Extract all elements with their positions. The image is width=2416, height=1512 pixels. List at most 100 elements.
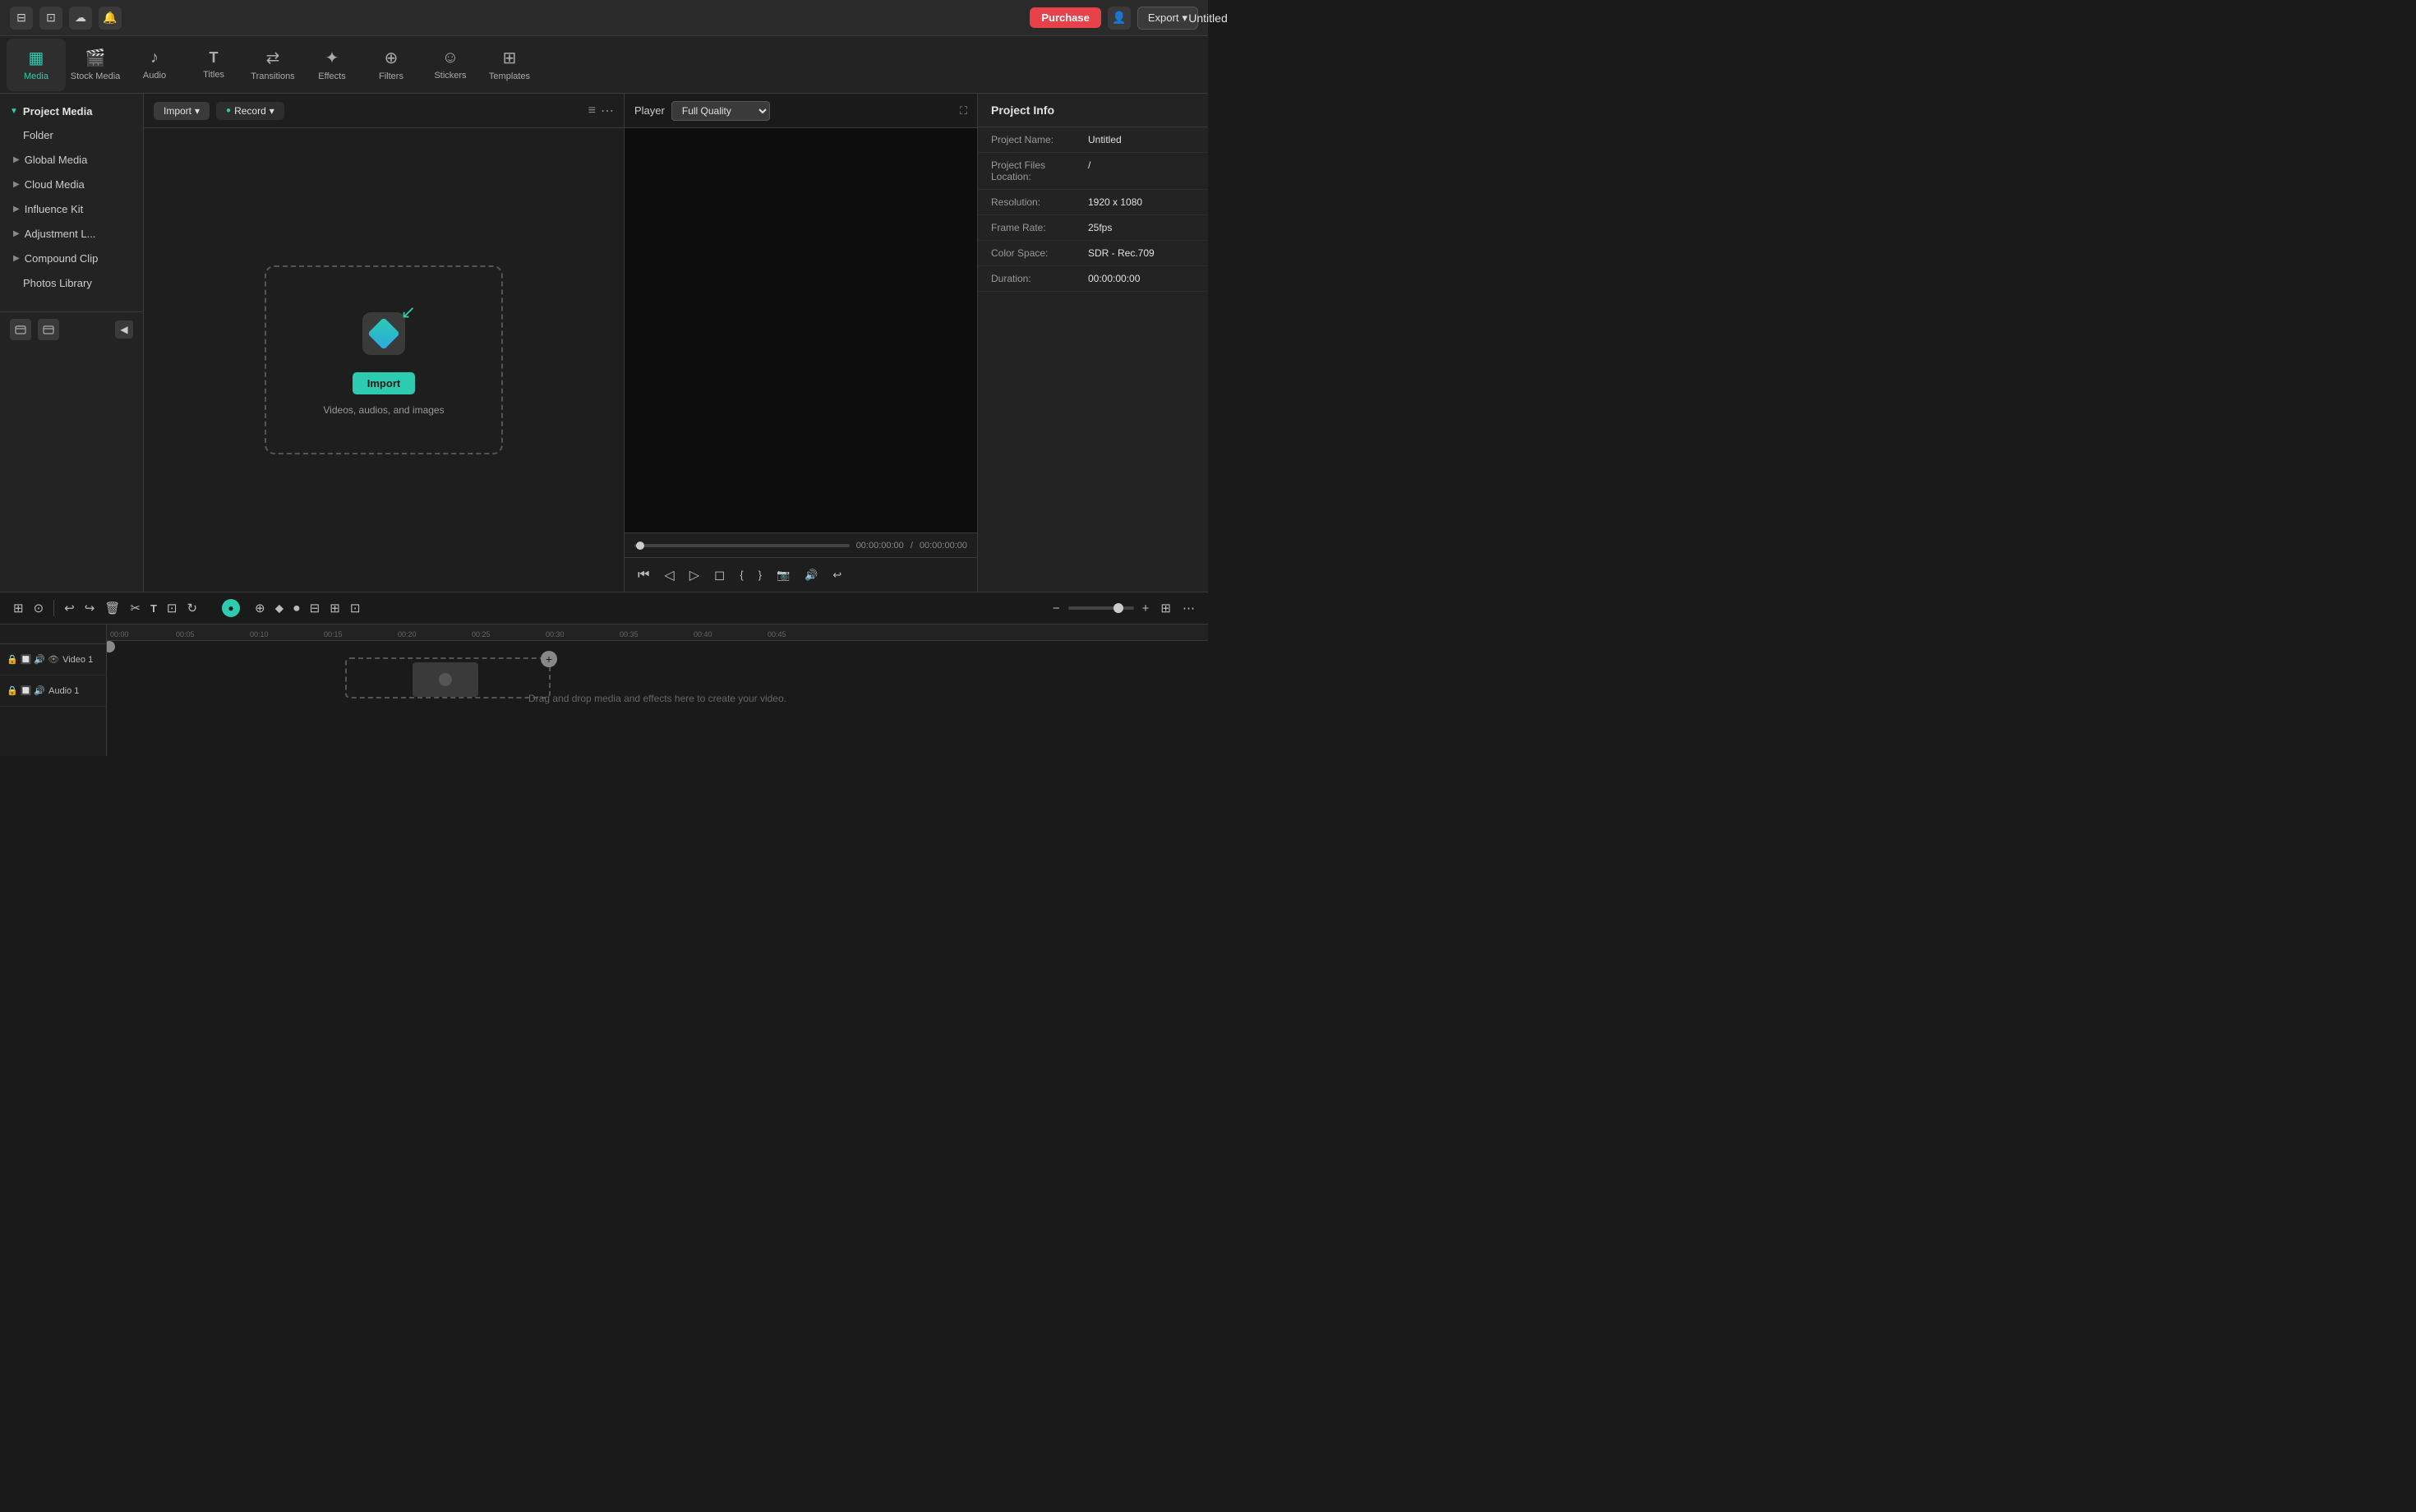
zoom-out-button[interactable]: −: [1049, 600, 1063, 617]
link-clip-button[interactable]: ⊙: [30, 599, 48, 617]
more-options-icon[interactable]: ⋯: [601, 103, 614, 119]
tab-stickers[interactable]: ☺ Stickers: [421, 39, 480, 91]
timeline: ⊞ ⊙ ↩ ↪ 🗑 ✂ T ⊡ ↻ ● ⊕ ⬥ ⏺ ⊟ ⊞ ⊡ − +: [0, 592, 1208, 756]
stabilize-button[interactable]: ⊡: [347, 599, 364, 617]
tab-filters[interactable]: ⊕ Filters: [362, 39, 421, 91]
import-button[interactable]: Import ▾: [154, 102, 210, 120]
track-mute-icon[interactable]: 🔊: [34, 654, 45, 665]
audio-track-lock-icon[interactable]: 🔒: [7, 685, 18, 696]
window-control-cloud[interactable]: ☁: [69, 7, 92, 30]
sidebar-item-influence-kit[interactable]: ▶ Influence Kit: [3, 197, 140, 221]
playhead[interactable]: [108, 641, 110, 756]
tab-templates[interactable]: ⊞ Templates: [480, 39, 539, 91]
stop-button[interactable]: ◻: [711, 565, 728, 585]
tab-audio[interactable]: ♪ Audio: [125, 39, 184, 91]
tab-titles[interactable]: T Titles: [184, 39, 243, 91]
delete-button[interactable]: 🗑: [101, 599, 123, 617]
redo-button[interactable]: ↪: [81, 599, 99, 617]
track-hide-icon[interactable]: 🔲: [21, 654, 32, 665]
top-bar: ⊟ ⊡ ☁ 🔔 Untitled Purchase 👤 Export ▾: [0, 0, 1208, 36]
mark-out-button[interactable]: }: [755, 567, 765, 583]
frame-back-button[interactable]: ◁: [661, 565, 677, 585]
filter-timeline-button[interactable]: ⊕: [251, 599, 269, 617]
zoom-slider[interactable]: [1068, 606, 1134, 610]
sidebar-item-adjustment-layer[interactable]: ▶ Adjustment L...: [3, 222, 140, 246]
undo-button[interactable]: ↩: [61, 599, 78, 617]
more-timeline-options[interactable]: ⋯: [1179, 599, 1198, 617]
project-title: Untitled: [1188, 12, 1227, 25]
tab-effects[interactable]: ✦ Effects: [302, 39, 362, 91]
project-info-panel: Project Info Project Name: Untitled Proj…: [978, 94, 1208, 592]
sidebar-footer: ◀: [0, 311, 143, 347]
crop-button[interactable]: ⊡: [164, 599, 181, 617]
grid-view-button[interactable]: ⊞: [1157, 599, 1174, 617]
audio-button[interactable]: 🔊: [801, 567, 821, 583]
drop-zone-hint: Drag and drop media and effects here to …: [528, 693, 786, 704]
snapshot-icon[interactable]: 📷: [773, 567, 793, 583]
add-clip-button[interactable]: ⊞: [10, 599, 27, 617]
sidebar-header-project-media[interactable]: ▼ Project Media: [0, 100, 143, 122]
audio-track-mute-icon[interactable]: 🔊: [34, 685, 45, 696]
zoom-thumb[interactable]: [1113, 603, 1123, 613]
scrubber-track[interactable]: [634, 544, 850, 547]
add-folder-button[interactable]: [10, 319, 31, 340]
undo-button[interactable]: ↩: [829, 567, 845, 583]
ruler-mark-4: 00:20: [398, 630, 417, 638]
ruler-mark-2: 00:10: [250, 630, 269, 638]
chevron-right-icon: ▶: [13, 229, 20, 238]
freeze-frame-button[interactable]: ⊞: [326, 599, 343, 617]
track-label-video1: 🔒 🔲 🔊 👁 Video 1: [0, 644, 106, 675]
player-scrubber: 00:00:00:00 / 00:00:00:00: [625, 532, 977, 557]
split-button[interactable]: ⊟: [307, 599, 324, 617]
record-timeline-button[interactable]: ⏺: [290, 600, 303, 617]
audio-track-hide-icon[interactable]: 🔲: [21, 685, 32, 696]
playhead-handle[interactable]: [107, 641, 115, 652]
remove-folder-button[interactable]: [38, 319, 59, 340]
chevron-down-icon: ▾: [195, 105, 200, 117]
track-icons-video1: 🔒 🔲 🔊 👁: [7, 654, 59, 665]
window-control-minimize[interactable]: ⊟: [10, 7, 33, 30]
rotate-button[interactable]: ↻: [183, 599, 201, 617]
fullscreen-icon[interactable]: ⛶: [960, 104, 967, 118]
window-control-notifications[interactable]: 🔔: [99, 7, 122, 30]
window-control-restore[interactable]: ⊡: [39, 7, 62, 30]
mark-in-button[interactable]: {: [736, 567, 746, 583]
player-toolbar: Player Full Quality Half Quality Quarter…: [625, 94, 977, 128]
record-button[interactable]: ● Record ▾: [216, 102, 284, 120]
sidebar-item-cloud-media[interactable]: ▶ Cloud Media: [3, 173, 140, 196]
sidebar-item-photos-library[interactable]: Photos Library: [3, 271, 140, 295]
timeline-track-labels: 🔒 🔲 🔊 👁 Video 1 🔒 🔲 🔊 Audio 1: [0, 625, 107, 756]
audio-icon: ♪: [150, 48, 159, 67]
filter-icon[interactable]: ≡: [588, 104, 596, 118]
sidebar-collapse-button[interactable]: ◀: [115, 320, 133, 339]
thumbnail-dot: [439, 673, 452, 686]
chevron-right-icon: ▶: [13, 180, 20, 189]
player-panel: Player Full Quality Half Quality Quarter…: [625, 94, 978, 592]
tab-stock-media[interactable]: 🎬 Stock Media: [66, 39, 125, 91]
import-drop-zone[interactable]: ↙ Import Videos, audios, and images: [265, 265, 503, 454]
tab-media[interactable]: ▦ Media: [7, 39, 66, 91]
play-button[interactable]: ▷: [686, 565, 703, 585]
text-button[interactable]: T: [147, 601, 160, 616]
ruler-mark-0: 00:00: [110, 630, 129, 638]
stock-media-icon: 🎬: [85, 48, 106, 68]
sidebar-item-compound-clip[interactable]: ▶ Compound Clip: [3, 247, 140, 270]
sidebar-item-global-media[interactable]: ▶ Global Media: [3, 148, 140, 172]
tab-transitions[interactable]: ⇄ Transitions: [243, 39, 302, 91]
marker-button[interactable]: ⬥: [272, 600, 288, 617]
import-drop-button[interactable]: Import: [353, 372, 415, 394]
scrubber-thumb[interactable]: [636, 542, 644, 550]
cut-button[interactable]: ✂: [127, 599, 144, 617]
purchase-button[interactable]: Purchase: [1030, 7, 1101, 28]
quality-select[interactable]: Full Quality Half Quality Quarter Qualit…: [671, 101, 770, 121]
media-toolbar-right: ≡ ⋯: [588, 103, 614, 119]
timeline-content[interactable]: + Drag and drop media and effects here t…: [107, 641, 1208, 756]
skip-back-button[interactable]: ⏮: [634, 566, 652, 584]
zoom-in-button[interactable]: +: [1139, 600, 1153, 617]
user-avatar[interactable]: 👤: [1108, 7, 1131, 30]
sidebar-item-folder[interactable]: Folder: [3, 123, 140, 147]
timeline-zoom-controls: − + ⊞ ⋯: [1049, 599, 1198, 617]
snap-active-button[interactable]: ●: [222, 599, 240, 617]
track-lock-icon[interactable]: 🔒: [7, 654, 18, 665]
track-solo-icon[interactable]: 👁: [48, 654, 59, 665]
